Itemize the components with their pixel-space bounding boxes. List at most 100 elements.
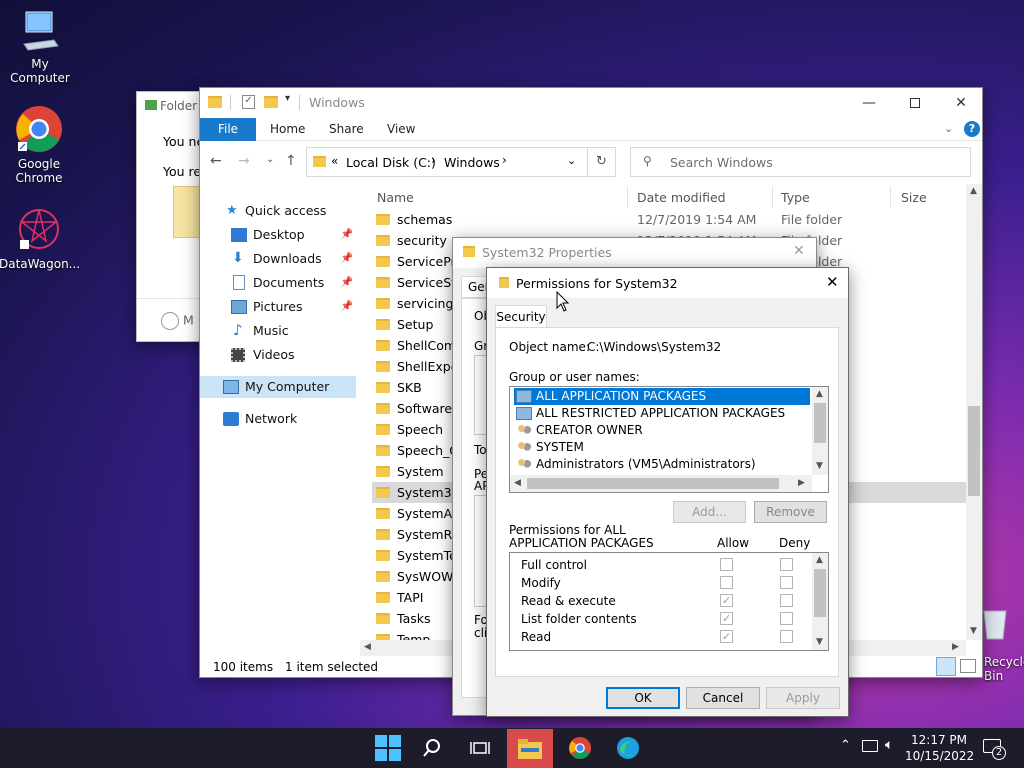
group-vscrollbar[interactable]: ▲ ▼ [812,387,828,475]
scroll-up-icon[interactable]: ▲ [816,555,823,565]
chrome-taskbar-button[interactable] [563,731,597,765]
group-hscrollbar[interactable]: ◀ ▶ [510,475,812,492]
address-part-folder[interactable]: Windows [444,155,500,170]
explorer-titlebar[interactable]: ✓ ▾ Windows — ✕ [200,88,982,118]
list-item[interactable]: ALL RESTRICTED APPLICATION PACKAGES [514,405,810,422]
pin-icon[interactable]: 📌 [341,272,353,294]
list-item[interactable]: ALL APPLICATION PACKAGES [514,388,810,405]
remove-button[interactable]: Remove [754,501,827,523]
allow-checkbox[interactable] [720,558,733,571]
edge-taskbar-button[interactable] [611,731,645,765]
volume-icon[interactable]: 🔈︎ [885,737,893,753]
column-header-name[interactable]: Name [377,190,414,205]
large-icons-view-icon[interactable] [960,659,976,673]
permissions-titlebar[interactable]: Permissions for System32 ✕ [487,268,848,298]
deny-checkbox[interactable] [780,576,793,589]
sidebar-item-pictures[interactable]: Pictures 📌 [200,296,356,318]
list-item[interactable]: Administrators (VM5\Administrators) [514,456,810,473]
scroll-right-icon[interactable]: ▶ [952,642,959,652]
expand-ribbon-icon[interactable]: ⌄ [944,122,953,135]
tab-home[interactable]: Home [270,118,305,141]
scrollbar-thumb[interactable] [527,478,779,489]
group-list[interactable]: ALL APPLICATION PACKAGES ALL RESTRICTED A… [509,386,829,493]
scroll-left-icon[interactable]: ◀ [364,642,371,652]
minimize-button[interactable]: — [846,88,892,118]
close-button[interactable]: ✕ [938,88,984,118]
scroll-right-icon[interactable]: ▶ [798,478,805,488]
deny-checkbox[interactable] [780,594,793,607]
sidebar-item-quick-access[interactable]: ★ Quick access [200,200,350,222]
file-explorer-taskbar-button[interactable] [507,729,553,768]
sidebar-item-downloads[interactable]: ⬇ Downloads 📌 [200,248,356,270]
deny-checkbox[interactable] [780,630,793,643]
table-row[interactable]: schemas 12/7/2019 1:54 AM File folder [372,209,968,230]
scroll-left-icon[interactable]: ◀ [514,478,521,488]
help-icon[interactable]: ? [964,121,980,137]
perm-vscrollbar[interactable]: ▲ ▼ [812,553,828,650]
tab-view[interactable]: View [387,118,415,141]
cancel-button[interactable]: Cancel [686,687,760,709]
column-header-size[interactable]: Size [901,190,927,205]
deny-checkbox[interactable] [780,612,793,625]
column-header-type[interactable]: Type [781,190,810,205]
forward-arrow-icon[interactable]: → [238,153,250,169]
allow-checkbox[interactable] [720,628,733,646]
back-arrow-icon[interactable]: ← [210,153,222,169]
tab-file[interactable]: File [200,118,256,141]
notification-button[interactable]: 2 [982,737,1006,760]
deny-checkbox[interactable] [780,558,793,571]
clock[interactable]: 12:17 PM 10/15/2022 [905,732,974,764]
list-item[interactable]: SYSTEM [514,439,810,456]
desktop-icon-datawagon[interactable]: DataWagon... [0,206,80,271]
sidebar-item-music[interactable]: ♪ Music [200,320,356,342]
sidebar-item-videos[interactable]: Videos [200,344,356,366]
scrollbar-thumb[interactable] [814,569,826,617]
add-button[interactable]: Add... [673,501,746,523]
list-item[interactable]: CREATOR OWNER [514,422,810,439]
sidebar-item-network[interactable]: Network [200,408,356,430]
new-folder-icon[interactable] [264,96,278,108]
allow-checkbox[interactable] [720,576,733,589]
search-box[interactable]: ⚲ Search Windows [630,147,971,177]
scrollbar-thumb[interactable] [814,403,826,443]
pin-icon[interactable]: 📌 [341,248,353,270]
up-arrow-icon[interactable]: ↑ [285,153,297,169]
pin-icon[interactable]: 📌 [341,296,353,318]
desktop-icon-my-computer[interactable]: My Computer [0,8,80,85]
network-tray-icon[interactable] [862,740,878,752]
maximize-button[interactable] [892,88,938,118]
address-bar[interactable]: « Local Disk (C:) › Windows › ⌄ [306,147,588,177]
close-icon[interactable]: ✕ [793,243,805,259]
allow-checkbox[interactable] [720,592,733,610]
properties-icon[interactable]: ✓ [242,95,255,109]
scroll-up-icon[interactable]: ▲ [816,389,823,399]
scrollbar-thumb[interactable] [968,406,980,496]
start-button[interactable] [371,731,405,765]
address-dropdown-icon[interactable]: ⌄ [567,154,576,167]
vertical-scrollbar[interactable]: ▲ ▼ [966,184,982,640]
sidebar-item-documents[interactable]: Documents 📌 [200,272,356,294]
ok-button[interactable]: OK [606,687,680,709]
sidebar-item-desktop[interactable]: Desktop 📌 [200,224,356,246]
task-view-button[interactable] [463,731,497,765]
recent-locations-icon[interactable]: ⌄ [266,154,274,165]
search-button[interactable] [415,731,449,765]
desktop-icon-chrome[interactable]: Google Chrome [0,104,79,185]
properties-titlebar[interactable]: System32 Properties ✕ [453,238,816,268]
tab-share[interactable]: Share [329,118,364,141]
details-view-icon[interactable] [936,657,956,676]
sidebar-item-my-computer[interactable]: My Computer [200,376,356,398]
scroll-down-icon[interactable]: ▼ [970,626,977,636]
refresh-button[interactable]: ↻ [588,147,616,177]
scroll-down-icon[interactable]: ▼ [816,461,823,471]
pin-icon[interactable]: 📌 [341,224,353,246]
scroll-up-icon[interactable]: ▲ [970,186,977,196]
customize-toolbar-icon[interactable]: ▾ [285,93,290,104]
scroll-down-icon[interactable]: ▼ [816,637,823,647]
show-hidden-icons[interactable]: ⌃ [840,738,851,753]
column-header-date[interactable]: Date modified [637,190,726,205]
close-icon[interactable]: ✕ [826,273,839,291]
folder-dialog-footer[interactable]: M [161,312,194,330]
tab-security[interactable]: Security [495,305,547,328]
allow-checkbox[interactable] [720,610,733,628]
